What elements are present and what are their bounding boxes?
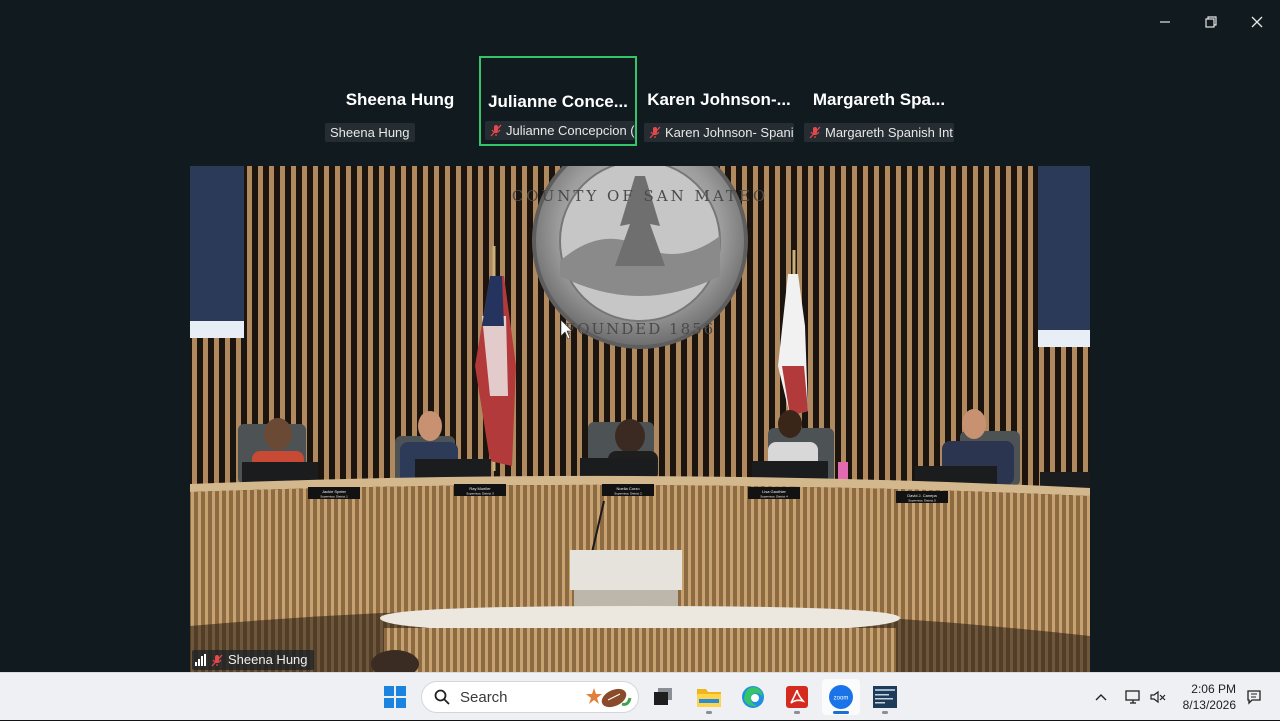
participant-tile-karen-johnson[interactable]: Karen Johnson-... Karen Johnson- Spani..… [640,56,798,146]
participant-tag-label: Karen Johnson- Spani... [665,125,794,140]
nameplate-title: Supervisor, District 1 [320,495,348,499]
network-icon[interactable] [1122,673,1144,721]
notifications-icon[interactable] [1243,673,1265,721]
nameplate-name: David J. Canepa [907,493,937,498]
file-explorer-icon[interactable] [690,679,728,715]
mic-muted-icon [649,126,661,139]
mic-muted-icon [490,124,502,137]
nameplate-name: Noelia Corzo [616,486,640,491]
speaker-name-label: Sheena Hung [228,652,308,667]
acrobat-icon[interactable] [778,679,816,715]
mic-muted-icon [809,126,821,139]
nameplate-name: Jackie Speier [322,489,347,494]
clock-date: 8/13/2026 [1182,698,1236,712]
search-highlight-icon [586,688,632,708]
participant-tag-label: Sheena Hung [330,125,410,140]
main-speaker-video[interactable]: COUNTY OF SAN MATEO FOUNDED 1856 Jackie … [190,166,1090,672]
svg-text:zoom: zoom [834,696,849,702]
task-view-icon[interactable] [644,679,682,715]
nameplate-title: Supervisor, District 2 [614,492,642,496]
participant-name-tag: Julianne Concepcion (... [485,121,635,140]
search-icon [434,689,450,705]
participant-display-name: Julianne Conce... [488,92,628,111]
nameplate-name: Lisa Gauthier [762,489,786,494]
meeting-app-icon[interactable] [866,679,904,715]
board-chamber-scene: COUNTY OF SAN MATEO FOUNDED 1856 Jackie … [190,166,1090,672]
participant-name-tag: Sheena Hung [325,123,415,142]
zoom-icon[interactable]: zoom [822,679,860,715]
restore-icon[interactable] [1191,8,1231,36]
taskbar-search-box[interactable]: Search [421,681,639,713]
edge-browser-icon[interactable] [734,679,772,715]
participant-name-tag: Margareth Spanish Int... [804,123,954,142]
mic-muted-icon [211,654,223,666]
participant-display-name: Sheena Hung [345,90,455,109]
seal-top-text: COUNTY OF SAN MATEO [512,187,768,205]
signal-strength-icon [195,654,206,666]
volume-muted-icon[interactable] [1147,673,1169,721]
show-hidden-icons-chevron-up-icon[interactable] [1090,673,1112,721]
participant-display-name: Karen Johnson-... [647,90,791,109]
participant-tag-label: Julianne Concepcion (... [506,123,635,138]
participant-tile-sheena-hung[interactable]: Sheena Hung Sheena Hung [321,56,479,146]
nameplate-title: Supervisor, District 3 [466,492,494,496]
zoom-meeting-window: Sheena Hung Sheena Hung Julianne Conce..… [0,0,1280,672]
participant-tile-julianne-concepcion[interactable]: Julianne Conce... Julianne Concepcion (.… [479,56,637,146]
windows-taskbar: Search zoom 2:06 PM 8/13/2026 [0,672,1280,720]
windows-start-icon[interactable] [376,679,414,715]
search-placeholder: Search [460,688,508,706]
participant-tag-label: Margareth Spanish Int... [825,125,954,140]
clock-time: 2:06 PM [1191,682,1236,696]
close-icon[interactable] [1237,8,1277,36]
nameplate-name: Ray Mueller [469,486,491,491]
participant-display-name: Margareth Spa... [812,90,946,109]
nameplate-title: Supervisor, District 5 [908,499,936,503]
participant-name-tag: Karen Johnson- Spani... [644,123,794,142]
speaker-name-tag: Sheena Hung [192,650,314,670]
seal-bottom-text: FOUNDED 1856 [565,320,715,338]
nameplate-title: Supervisor, District 4 [760,495,788,499]
system-clock[interactable]: 2:06 PM 8/13/2026 [1183,681,1236,713]
minimize-icon[interactable] [1145,8,1185,36]
participant-tile-margareth-spanish[interactable]: Margareth Spa... Margareth Spanish Int..… [800,56,958,146]
